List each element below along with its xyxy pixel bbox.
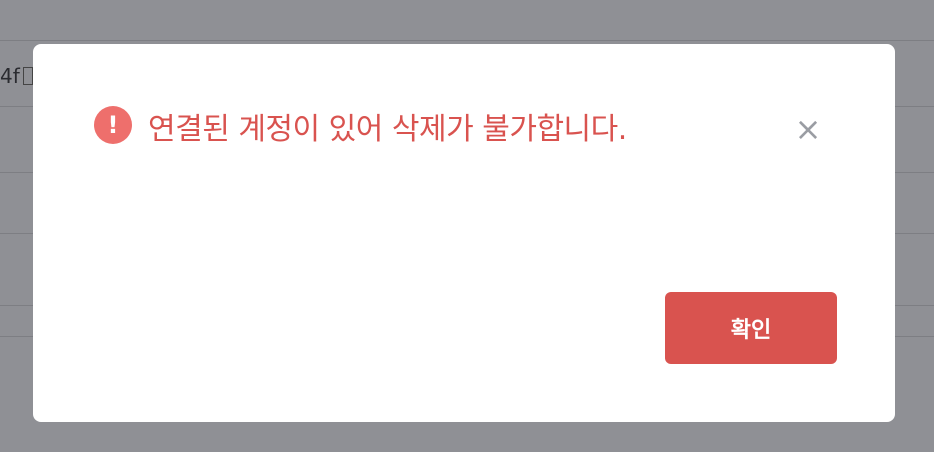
dialog-message: 연결된 계정이 있어 삭제가 불가합니다. <box>148 112 627 147</box>
background-text-value: 4f <box>0 64 20 88</box>
confirm-button[interactable]: 확인 <box>665 292 837 364</box>
exclamation-icon: ! <box>94 106 132 144</box>
alert-dialog: ! 연결된 계정이 있어 삭제가 불가합니다. × 확인 <box>33 44 895 422</box>
divider <box>0 40 934 41</box>
checkbox-icon <box>22 67 33 85</box>
background-text: 4f <box>0 64 33 88</box>
close-icon[interactable]: × <box>793 113 823 145</box>
